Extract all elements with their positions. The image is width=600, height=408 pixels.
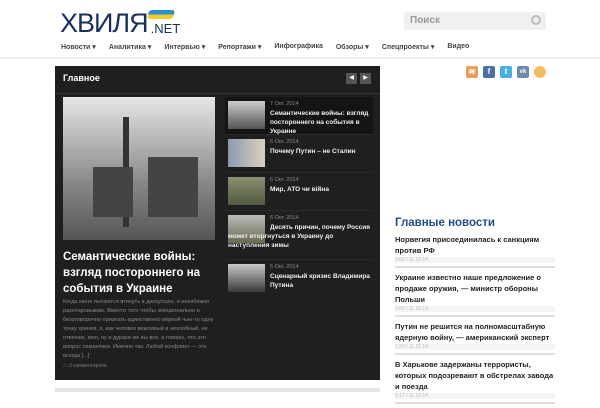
nav-item[interactable]: Спецпроекты ▾ bbox=[382, 43, 435, 51]
item-date: 5 Окт. 2014 bbox=[270, 264, 299, 270]
news-title[interactable]: Украине известно наше предложение о прод… bbox=[395, 272, 555, 305]
thumbnail bbox=[228, 139, 265, 167]
thumbnail bbox=[228, 101, 265, 129]
item-date: 6 Окт. 2014 bbox=[270, 139, 299, 145]
social-links: ≋ f t vk bbox=[466, 66, 546, 78]
flag-icon bbox=[146, 10, 176, 19]
content-divider bbox=[55, 388, 380, 392]
nav-item[interactable]: Репортажи ▾ bbox=[218, 43, 261, 51]
facebook-icon[interactable]: f bbox=[483, 66, 495, 78]
featured-excerpt: Когда меня пытаются втянуть в дискуссию,… bbox=[63, 299, 214, 359]
rss-icon[interactable]: ≋ bbox=[466, 66, 478, 78]
twitter-icon[interactable]: t bbox=[500, 66, 512, 78]
nav-item[interactable]: Видео bbox=[447, 43, 469, 51]
list-item[interactable]: 6 Окт. 2014 Почему Путин – не Сталин bbox=[225, 135, 373, 173]
featured-slider: Главное ◀ ▶ Семантические войны: взгляд … bbox=[55, 66, 380, 380]
featured-headline[interactable]: Семантические войны: взгляд постороннего… bbox=[63, 249, 218, 297]
item-date: 6 Окт. 2014 bbox=[270, 177, 299, 183]
news-title[interactable]: Норвегия присоединилась к санкциям проти… bbox=[395, 234, 555, 256]
header-divider bbox=[0, 57, 600, 59]
main-nav: Новости ▾ Аналитика ▾ Интервью ▾ Репорта… bbox=[61, 43, 469, 51]
nav-item[interactable]: Обзоры ▾ bbox=[336, 43, 369, 51]
site-logo[interactable]: ХВИЛЯ .NET bbox=[60, 8, 181, 38]
thumbnail bbox=[228, 177, 265, 205]
top-news-heading: Главные новости bbox=[395, 217, 495, 229]
news-item[interactable]: Норвегия присоединилась к санкциям проти… bbox=[395, 234, 555, 268]
top-news: Главные новости Норвегия присоединилась … bbox=[395, 217, 555, 408]
thumbnail bbox=[228, 264, 265, 292]
news-title[interactable]: В Харькове задержаны террористы, которых… bbox=[395, 359, 555, 392]
featured-title: Главное bbox=[63, 73, 100, 83]
chat-icon[interactable] bbox=[534, 66, 546, 78]
item-title[interactable]: Сценарный кризис Владимира Путина bbox=[270, 272, 371, 290]
search-input[interactable]: Поиск bbox=[404, 12, 546, 30]
item-title[interactable]: Десять причин, почему Россия может вторг… bbox=[228, 223, 371, 250]
search-icon[interactable] bbox=[531, 15, 541, 25]
news-time: 1:20 / 11.10.14 bbox=[395, 344, 555, 350]
vk-icon[interactable]: vk bbox=[517, 66, 529, 78]
list-item[interactable]: 7 Окт. 2014 Семантические войны: взгляд … bbox=[225, 97, 373, 135]
prev-arrow-button[interactable]: ◀ bbox=[346, 73, 357, 84]
nav-item[interactable]: Новости ▾ bbox=[61, 43, 96, 51]
divider bbox=[55, 93, 380, 94]
item-title[interactable]: Мир, АТО чи війна bbox=[270, 185, 371, 194]
next-arrow-button[interactable]: ▶ bbox=[360, 73, 371, 84]
featured-list: 7 Окт. 2014 Семантические войны: взгляд … bbox=[225, 97, 373, 298]
logo-text: ХВИЛЯ bbox=[60, 8, 149, 38]
news-time: 3:00 / 11.10.14 bbox=[395, 257, 555, 263]
news-item[interactable]: Украине известно наше предложение о прод… bbox=[395, 272, 555, 317]
logo-suffix: .NET bbox=[150, 21, 181, 36]
nav-item[interactable]: Аналитика ▾ bbox=[109, 43, 152, 51]
news-item[interactable]: Путин не решится на полномасштабную ядер… bbox=[395, 321, 555, 355]
item-date: 6 Окт. 2014 bbox=[270, 215, 299, 221]
nav-item[interactable]: Интервью ▾ bbox=[164, 43, 205, 51]
comments-link[interactable]: ▭ 0 комментариев bbox=[63, 363, 107, 369]
item-title[interactable]: Семантические войны: взгляд постороннего… bbox=[270, 109, 371, 136]
list-item[interactable]: 5 Окт. 2014 Сценарный кризис Владимира П… bbox=[225, 260, 373, 298]
item-date: 7 Окт. 2014 bbox=[270, 101, 299, 107]
list-item[interactable]: 6 Окт. 2014 Мир, АТО чи війна bbox=[225, 173, 373, 211]
news-item[interactable]: В Харькове задержаны террористы, которых… bbox=[395, 359, 555, 404]
nav-item[interactable]: Инфографика bbox=[274, 43, 322, 51]
item-title[interactable]: Почему Путин – не Сталин bbox=[270, 147, 371, 156]
featured-image[interactable] bbox=[63, 97, 215, 240]
news-time: 2:00 / 11.10.14 bbox=[395, 306, 555, 312]
news-time: 0:17 / 11.10.14 bbox=[395, 393, 555, 399]
news-title[interactable]: Путин не решится на полномасштабную ядер… bbox=[395, 321, 555, 343]
list-item[interactable]: 6 Окт. 2014 Десять причин, почему Россия… bbox=[225, 211, 373, 260]
search-placeholder: Поиск bbox=[410, 15, 441, 26]
